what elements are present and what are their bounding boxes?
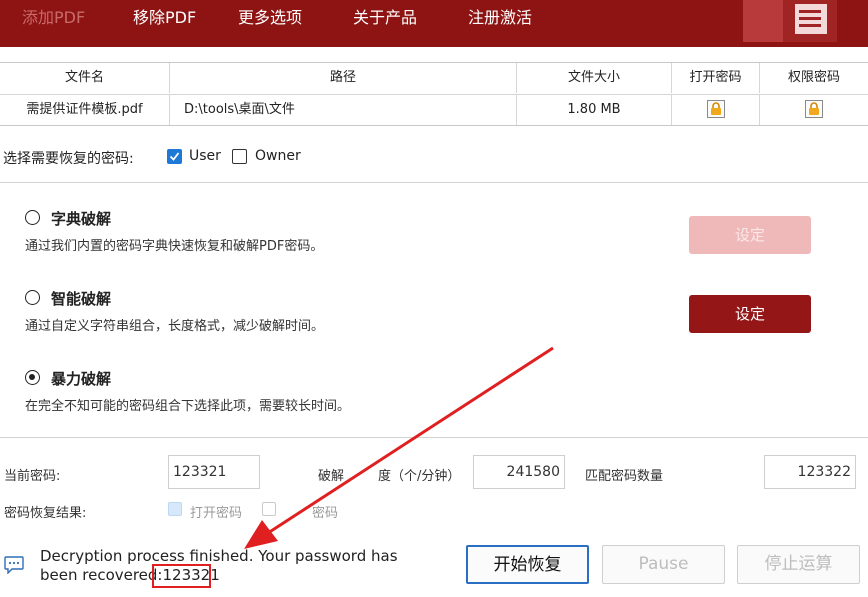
- result-open-checkbox: [168, 502, 182, 516]
- stop-button[interactable]: 停止运算: [737, 545, 860, 584]
- current-password-label: 当前密码:: [4, 469, 61, 484]
- dictionary-title[interactable]: 字典破解: [51, 208, 111, 229]
- user-checkbox[interactable]: [167, 149, 182, 164]
- brute-force-description: 在完全不知可能的密码组合下选择此项，需要较长时间。: [25, 399, 351, 414]
- result-label: 密码恢复结果:: [4, 506, 87, 521]
- pdf-logo-icon: [743, 0, 837, 42]
- add-pdf-button[interactable]: 添加PDF: [22, 4, 85, 28]
- dictionary-description: 通过我们内置的密码字典快速恢复和破解PDF密码。: [25, 239, 324, 254]
- lock-icon: [706, 100, 725, 118]
- divider: [0, 182, 868, 183]
- start-recovery-button[interactable]: 开始恢复: [466, 545, 589, 584]
- about-product-button[interactable]: 关于产品: [353, 4, 417, 28]
- owner-checkbox-label[interactable]: Owner: [255, 148, 301, 164]
- remove-pdf-button[interactable]: 移除PDF: [133, 4, 196, 28]
- password-highlight-box: [152, 564, 211, 588]
- header-file-name[interactable]: 文件名: [0, 63, 170, 93]
- file-table: 文件名 路径 文件大小 打开密码 权限密码 需提供证件模板.pdf D:\too…: [0, 62, 868, 126]
- speed-label: 破解 度（个/分钟）: [318, 469, 461, 484]
- top-toolbar: 添加PDF 移除PDF 更多选项 关于产品 注册激活: [0, 0, 868, 47]
- divider: [0, 437, 868, 438]
- smart-title[interactable]: 智能破解: [51, 288, 111, 309]
- status-line-1: Decryption process finished. Your passwo…: [40, 547, 398, 565]
- table-header-row: 文件名 路径 文件大小 打开密码 权限密码: [0, 63, 868, 93]
- password-type-label: 选择需要恢复的密码:: [3, 151, 134, 167]
- register-button[interactable]: 注册激活: [468, 4, 532, 28]
- table-row[interactable]: 需提供证件模板.pdf D:\tools\桌面\文件 1.80 MB: [0, 94, 868, 125]
- dictionary-radio[interactable]: [25, 210, 40, 225]
- header-open-password[interactable]: 打开密码: [672, 63, 760, 93]
- result-open-label: 打开密码: [190, 506, 243, 521]
- file-path-cell: D:\tools\桌面\文件: [170, 95, 517, 125]
- header-path[interactable]: 路径: [170, 63, 517, 93]
- smart-settings-button[interactable]: 设定: [689, 295, 811, 333]
- smart-radio[interactable]: [25, 290, 40, 305]
- smart-description: 通过自定义字符串组合，长度格式，减少破解时间。: [25, 319, 325, 334]
- current-password-field: 123321: [168, 455, 260, 489]
- speed-field: 241580: [473, 455, 565, 489]
- match-count-label: 匹配密码数量: [585, 469, 664, 484]
- brute-force-title[interactable]: 暴力破解: [51, 368, 111, 389]
- header-permission-password[interactable]: 权限密码: [760, 63, 868, 93]
- brute-force-radio[interactable]: [25, 370, 40, 385]
- owner-checkbox[interactable]: [232, 149, 247, 164]
- file-size-cell: 1.80 MB: [517, 95, 672, 125]
- open-password-cell: [672, 95, 760, 125]
- header-file-size[interactable]: 文件大小: [517, 63, 672, 93]
- match-count-field: 123322: [764, 455, 856, 489]
- file-name-cell: 需提供证件模板.pdf: [0, 95, 170, 125]
- lock-icon: [805, 100, 823, 118]
- pause-button[interactable]: Pause: [602, 545, 725, 584]
- status-line-2: been recovered:123321: [40, 566, 220, 584]
- message-icon: [4, 556, 24, 574]
- dictionary-settings-button[interactable]: 设定: [689, 216, 811, 254]
- more-options-button[interactable]: 更多选项: [238, 4, 302, 28]
- permission-password-cell: [760, 95, 868, 125]
- result-perm-checkbox: [262, 502, 276, 516]
- status-message: Decryption process finished. Your passwo…: [40, 547, 398, 585]
- user-checkbox-label[interactable]: User: [189, 148, 221, 164]
- result-perm-label: 密码: [312, 506, 339, 521]
